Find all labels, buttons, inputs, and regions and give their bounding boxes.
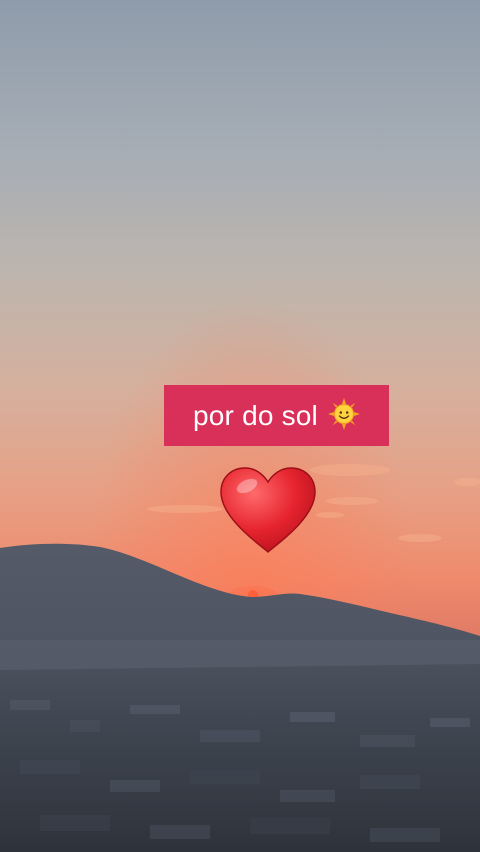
caption-label: por do sol [164,385,389,446]
red-heart-icon [220,467,316,554]
smiling-sun-icon [327,397,360,430]
caption-text: por do sol [193,399,318,431]
